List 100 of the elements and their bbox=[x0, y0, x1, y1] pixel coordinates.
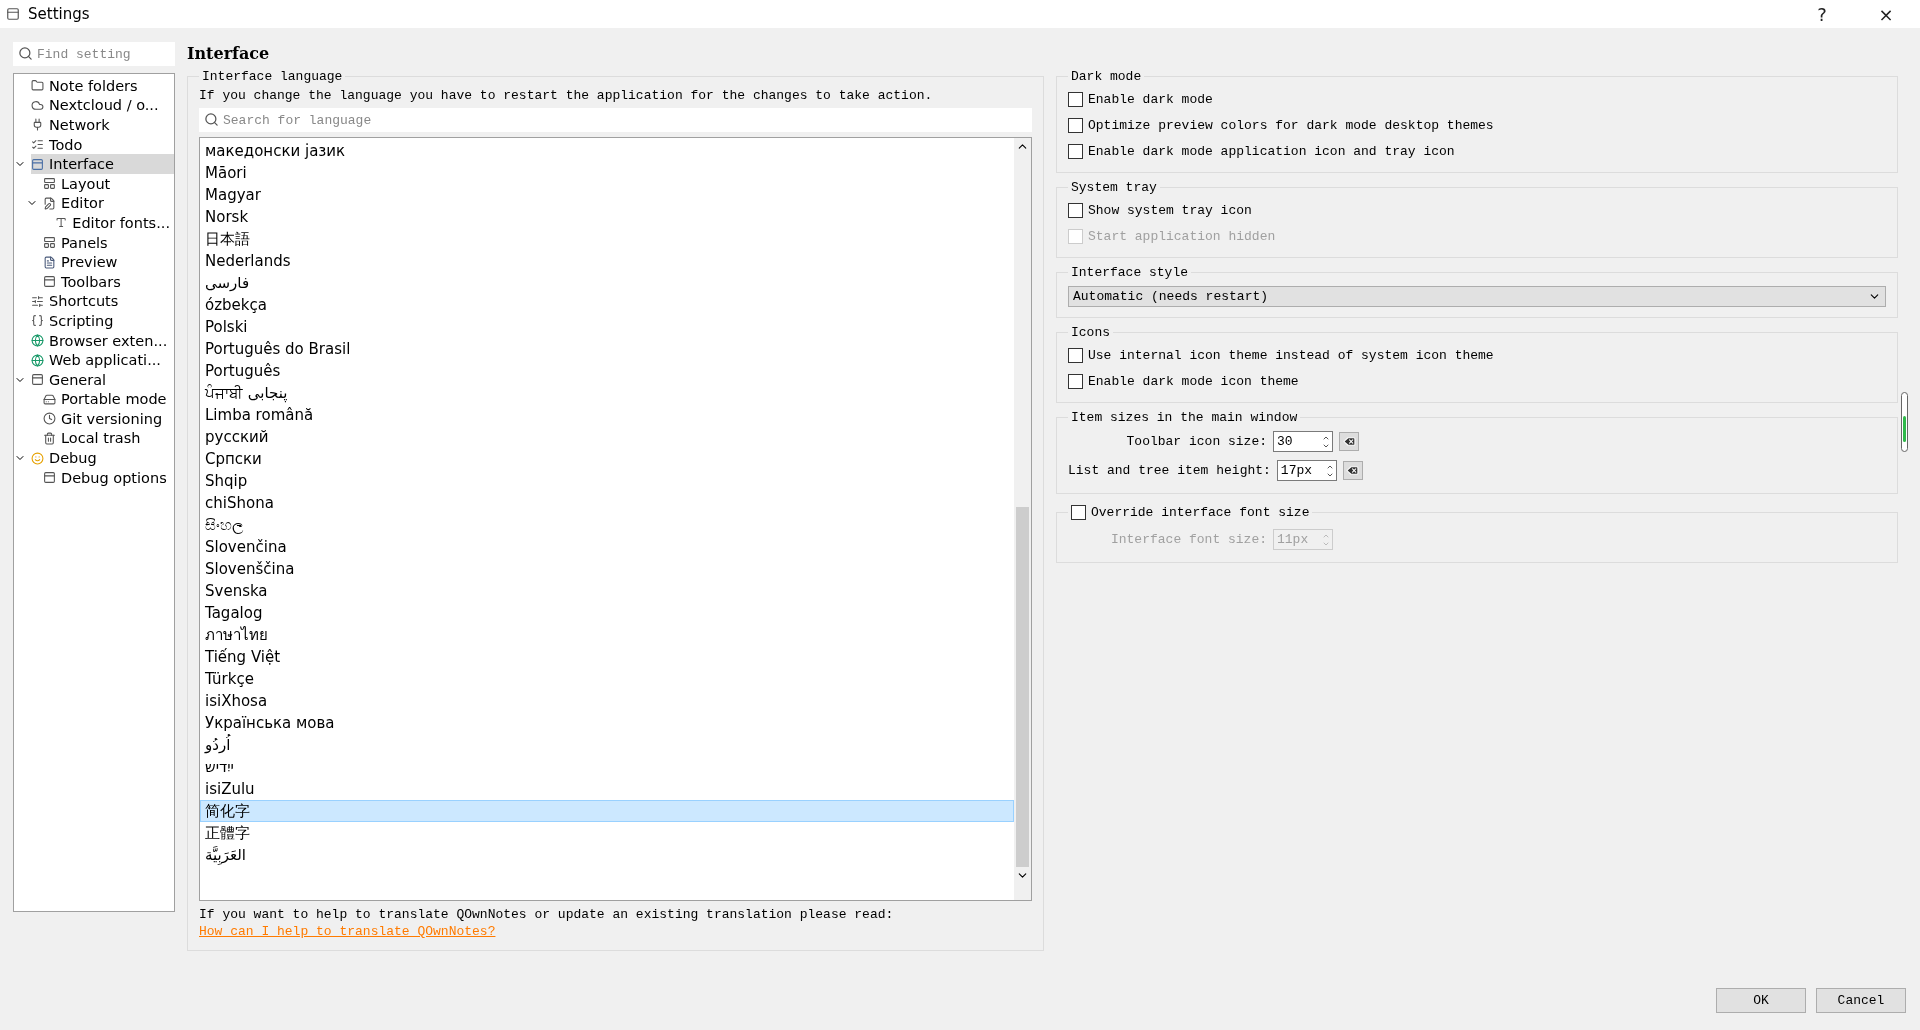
translation-help-text: If you want to help to translate QOwnNotes or update an existing translation please read: How can I help to translate QOwnNotes? bbox=[199, 906, 895, 940]
document-icon bbox=[43, 255, 56, 269]
sidebar-item[interactable]: Portable mode bbox=[43, 389, 174, 410]
language-item[interactable]: ייִדיש bbox=[200, 756, 1014, 778]
language-item[interactable]: ózbekça bbox=[200, 294, 1014, 316]
language-item[interactable]: isiXhosa bbox=[200, 690, 1014, 712]
trash-icon bbox=[43, 432, 56, 445]
backspace-icon bbox=[1346, 464, 1360, 477]
sidebar-item[interactable]: Editor bbox=[43, 193, 174, 214]
checkbox-option[interactable]: Enable dark mode bbox=[1068, 88, 1886, 110]
group-checkbox[interactable]: Override interface font size bbox=[1071, 501, 1310, 523]
reset-button[interactable] bbox=[1342, 461, 1363, 480]
language-item[interactable]: Norsk bbox=[200, 206, 1014, 228]
list-scrollbar[interactable] bbox=[1014, 138, 1031, 900]
language-item[interactable]: 正體字 bbox=[200, 822, 1014, 844]
language-item[interactable]: Magyar bbox=[200, 184, 1014, 206]
spin-box[interactable]: 30 bbox=[1273, 431, 1333, 452]
scroll-indicator[interactable] bbox=[1901, 392, 1908, 452]
page-title: Interface bbox=[187, 43, 271, 63]
language-item[interactable]: Tagalog bbox=[200, 602, 1014, 624]
language-item[interactable]: Māori bbox=[200, 162, 1014, 184]
dialog-button[interactable]: OK bbox=[1716, 987, 1806, 1013]
checkbox-option[interactable]: Optimize preview colors for dark mode desktop themes bbox=[1068, 114, 1886, 136]
language-item[interactable]: isiZulu bbox=[200, 778, 1014, 800]
window-icon bbox=[31, 157, 44, 171]
sidebar-item[interactable]: Shortcuts bbox=[31, 291, 174, 312]
language-item[interactable]: русский bbox=[200, 426, 1014, 448]
language-item[interactable]: Türkçe bbox=[200, 668, 1014, 690]
spin-label: Interface font size: bbox=[1109, 532, 1267, 547]
language-item[interactable]: Slovenčina bbox=[200, 536, 1014, 558]
window-icon bbox=[6, 7, 20, 21]
checkbox-option[interactable]: Use internal icon theme instead of system icon theme bbox=[1068, 344, 1886, 366]
group-title: Icons bbox=[1071, 325, 1110, 340]
search-icon bbox=[18, 46, 33, 61]
language-item[interactable]: македонски јазик bbox=[200, 140, 1014, 162]
plug-icon bbox=[31, 118, 44, 132]
language-item[interactable]: Српски bbox=[200, 448, 1014, 470]
language-item[interactable]: Português do Brasil bbox=[200, 338, 1014, 360]
folder-icon bbox=[31, 79, 44, 93]
language-item[interactable]: 日本語 bbox=[200, 228, 1014, 250]
sidebar-item[interactable]: Debug options bbox=[43, 467, 174, 488]
smiley-icon bbox=[31, 451, 44, 465]
find-setting-field[interactable]: Find setting bbox=[13, 42, 175, 66]
dialog-button[interactable]: Cancel bbox=[1816, 987, 1906, 1013]
sidebar-item[interactable]: General bbox=[31, 369, 174, 390]
language-item[interactable]: Shqip bbox=[200, 470, 1014, 492]
group-title: Interface language bbox=[201, 69, 344, 84]
edit-icon bbox=[43, 196, 56, 210]
language-item[interactable]: සිංහල bbox=[200, 514, 1014, 536]
language-item[interactable]: Limba română bbox=[200, 404, 1014, 426]
title-bar-button[interactable]: × bbox=[1858, 0, 1914, 28]
sidebar-item[interactable]: Debug bbox=[31, 448, 174, 468]
search-icon bbox=[204, 112, 219, 127]
sidebar-item[interactable]: Web applicati... bbox=[31, 350, 174, 370]
backspace-icon bbox=[1342, 435, 1356, 448]
sidebar-item[interactable]: Network bbox=[31, 115, 174, 135]
style-dropdown[interactable]: Automatic (needs restart) bbox=[1068, 286, 1886, 307]
sidebar-item[interactable]: Layout bbox=[43, 173, 174, 194]
window-icon bbox=[43, 471, 56, 485]
language-item[interactable]: Українська мова bbox=[200, 712, 1014, 734]
language-item[interactable]: العَرَبِيَّة bbox=[200, 844, 1014, 866]
group-title: Interface style bbox=[1071, 265, 1189, 280]
sidebar-item[interactable]: Browser exten... bbox=[31, 330, 174, 351]
checkbox-option[interactable]: Show system tray icon bbox=[1068, 199, 1886, 221]
checkbox-option[interactable]: Enable dark mode icon theme bbox=[1068, 370, 1886, 392]
globe-icon bbox=[31, 353, 44, 367]
sidebar-item[interactable]: Toolbars bbox=[43, 271, 174, 292]
language-item[interactable]: Tiếng Việt bbox=[200, 646, 1014, 668]
language-item[interactable]: Português bbox=[200, 360, 1014, 382]
title-bar-button[interactable]: ? bbox=[1794, 0, 1850, 28]
language-item[interactable]: اُردُو bbox=[200, 734, 1014, 756]
sidebar-item[interactable]: Preview bbox=[43, 252, 174, 272]
language-item[interactable]: ภาษาไทย bbox=[200, 624, 1014, 646]
sidebar-item[interactable]: Local trash bbox=[43, 428, 174, 449]
sidebar-item[interactable]: Panels bbox=[43, 232, 174, 253]
language-item[interactable]: Nederlands bbox=[200, 250, 1014, 272]
window-title: Settings bbox=[28, 5, 91, 23]
language-search-field[interactable]: Search for language bbox=[199, 108, 1032, 132]
language-item[interactable]: Slovenščina bbox=[200, 558, 1014, 580]
checkbox-option[interactable]: Enable dark mode application icon and tray icon bbox=[1068, 140, 1886, 162]
language-item[interactable]: Polski bbox=[200, 316, 1014, 338]
drive-icon bbox=[43, 392, 56, 406]
sidebar-item[interactable]: Note folders bbox=[31, 76, 174, 96]
braces-icon bbox=[31, 314, 44, 328]
language-item[interactable]: Svenska bbox=[200, 580, 1014, 602]
language-item[interactable]: فارسی bbox=[200, 272, 1014, 294]
spin-box[interactable]: 17px bbox=[1276, 460, 1337, 481]
language-item[interactable]: chiShona bbox=[200, 492, 1014, 514]
sidebar-item[interactable]: Todo bbox=[31, 134, 174, 155]
language-item[interactable]: 简化字 bbox=[200, 800, 1014, 822]
sidebar-item[interactable]: Editor fonts... bbox=[55, 213, 174, 233]
sidebar-item[interactable]: Nextcloud / o... bbox=[31, 95, 174, 116]
spin-label: Toolbar icon size: bbox=[1125, 434, 1267, 449]
sidebar-item[interactable]: Scripting bbox=[31, 311, 174, 331]
reset-button[interactable] bbox=[1339, 432, 1359, 451]
layout-icon bbox=[43, 177, 56, 191]
language-item[interactable]: ਪੰਜਾਬੀ پنجابی bbox=[200, 382, 1014, 404]
sidebar-item[interactable]: Git versioning bbox=[43, 409, 174, 429]
clock-icon bbox=[43, 412, 56, 426]
sidebar-item[interactable]: Interface bbox=[31, 154, 174, 174]
